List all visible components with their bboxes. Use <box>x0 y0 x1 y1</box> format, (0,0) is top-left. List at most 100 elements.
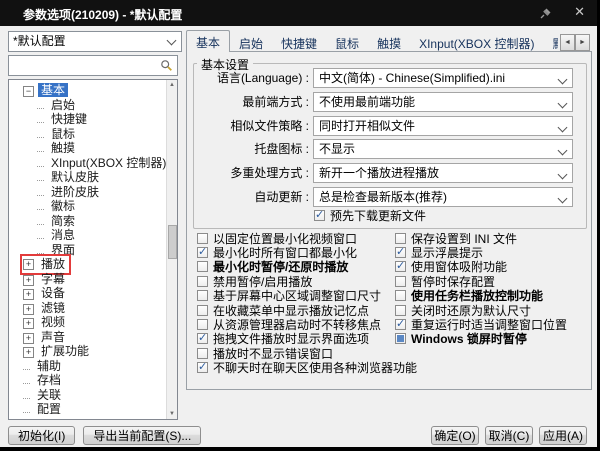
checkbox-unchecked[interactable] <box>395 290 406 302</box>
tree-item[interactable]: − 基本 <box>23 83 165 98</box>
tree-item-label: 扩展功能 <box>41 344 90 358</box>
scroll-down-icon[interactable]: ▼ <box>168 411 176 417</box>
tree-item[interactable]: 快捷键 <box>37 112 165 127</box>
tree-item[interactable]: + 声音 <box>23 330 165 345</box>
settings-tree: − 基本 启始 快捷键 鼠标 触摸 XInput(XBOX 控制器) 默认皮肤 进阶皮肤 徽标 简索… <box>8 79 178 420</box>
tree-item[interactable]: + 字幕 <box>23 272 165 287</box>
tab-item[interactable]: 启始 <box>230 31 272 52</box>
tree-item-label: 鼠标 <box>51 126 76 141</box>
dialog-button[interactable]: 确定(O) <box>431 426 479 445</box>
checkbox-unchecked[interactable] <box>197 232 208 244</box>
tree-item[interactable]: 辅助 <box>23 359 165 374</box>
tree-item-content: 徽标 <box>37 199 78 214</box>
tab-item[interactable]: 鼠标 <box>326 31 368 52</box>
tree-scrollbar[interactable]: ▲ ▼ <box>166 80 177 419</box>
tree-item[interactable]: 配置 <box>23 402 165 417</box>
tree-item-content: 辅助 <box>23 359 64 374</box>
tree-connector <box>37 136 44 138</box>
tree-rows: − 基本 启始 快捷键 鼠标 触摸 XInput(XBOX 控制器) 默认皮肤 进阶皮肤 徽标 简索… <box>9 83 166 417</box>
tree-item[interactable]: 关联 <box>23 388 165 403</box>
collapse-icon[interactable]: − <box>23 86 34 97</box>
scrollbar-thumb[interactable] <box>168 225 177 259</box>
tree-item-content: 界面 <box>37 243 78 258</box>
predownload-checkbox-slot: ✓ 预先下载更新文件 <box>314 208 427 223</box>
tree-item-label: 播放 <box>41 257 66 271</box>
tree-item[interactable]: 消息 <box>37 228 165 243</box>
tree-item[interactable]: + 扩展功能 <box>23 344 165 359</box>
scroll-up-icon[interactable]: ▲ <box>168 82 176 88</box>
close-icon[interactable]: ✕ <box>574 4 585 20</box>
checkbox-unchecked[interactable] <box>197 319 208 331</box>
checkbox-indeterminate[interactable] <box>395 333 406 345</box>
tab-item[interactable]: 默认皮肤 <box>543 31 558 52</box>
tab-item[interactable]: XInput(XBOX 控制器) <box>410 31 543 52</box>
combo-select[interactable]: 新开一个播放进程播放 <box>313 163 573 184</box>
tree-item[interactable]: 鼠标 <box>37 127 165 142</box>
sidebar-button[interactable]: 初始化(I) <box>8 426 76 445</box>
check-mark-icon: ✓ <box>198 246 208 259</box>
tree-item-content: + 设备 <box>23 286 68 301</box>
dialog-button[interactable]: 取消(C) <box>485 426 533 445</box>
tree-item[interactable]: 界面 <box>37 243 165 258</box>
expand-icon[interactable]: + <box>23 318 34 329</box>
sidebar-button[interactable]: 导出当前配置(S)... <box>83 426 202 445</box>
tree-item[interactable]: XInput(XBOX 控制器) <box>37 156 166 171</box>
checkbox-unchecked[interactable] <box>197 261 208 273</box>
tree-item[interactable]: 徽标 <box>37 199 165 214</box>
tree-item[interactable]: + 视频 <box>23 315 165 330</box>
checkbox-row[interactable]: ✓ 预先下载更新文件 <box>314 208 427 223</box>
checkbox-checked[interactable]: ✓ <box>395 260 406 273</box>
checkbox-unchecked[interactable] <box>197 275 208 287</box>
combo-select[interactable]: 同时打开相似文件 <box>313 115 573 136</box>
checkbox-unchecked[interactable] <box>395 275 406 287</box>
checkbox-checked[interactable]: ✓ <box>314 209 325 221</box>
checkbox-unchecked[interactable] <box>197 304 208 316</box>
tree-item[interactable]: + 设备 <box>23 286 165 301</box>
tree-item[interactable]: 触摸 <box>37 141 165 156</box>
tree-item[interactable]: 进阶皮肤 <box>37 185 165 200</box>
checkbox-unchecked[interactable] <box>197 347 208 359</box>
checkbox-checked[interactable]: ✓ <box>395 318 406 331</box>
search-input[interactable] <box>8 55 178 76</box>
tree-item[interactable]: + 播放 <box>19 254 165 275</box>
pin-icon[interactable] <box>539 6 553 20</box>
dialog-button[interactable]: 应用(A) <box>539 426 587 445</box>
checkbox-checked[interactable]: ✓ <box>197 361 208 374</box>
expand-icon[interactable]: + <box>23 332 34 344</box>
combo-select[interactable]: 不显示 <box>313 139 573 160</box>
combo-value: 中文(简体) - Chinese(Simplified).ini <box>319 71 506 85</box>
checkbox-row[interactable]: ✓ 不聊天时在聊天区使用各种浏览器功能 <box>197 361 417 375</box>
checkbox-unchecked[interactable] <box>395 232 406 244</box>
expand-icon[interactable]: + <box>23 289 34 300</box>
tab-item[interactable]: 触摸 <box>368 31 410 52</box>
chevron-down-icon <box>557 98 568 109</box>
tab-scroll-right-icon[interactable]: ► <box>575 34 590 51</box>
checkbox-unchecked[interactable] <box>395 304 406 316</box>
checkbox-row[interactable]: Windows 锁屏时暂停 <box>395 332 567 346</box>
titlebar: 参数选项(210209) - *默认配置 ✕ <box>0 0 597 26</box>
checkbox-unchecked[interactable] <box>197 290 208 302</box>
tab-item[interactable]: 快捷键 <box>272 31 326 52</box>
checkbox-checked[interactable]: ✓ <box>395 246 406 259</box>
profile-dropdown[interactable]: *默认配置 <box>8 31 182 52</box>
expand-icon[interactable]: + <box>23 347 34 358</box>
tree-item[interactable]: 默认皮肤 <box>37 170 165 185</box>
combo-select[interactable]: 总是检查最新版本(推荐) <box>313 187 573 207</box>
expand-icon[interactable]: + <box>23 258 34 270</box>
tree-item[interactable]: 存档 <box>23 373 165 388</box>
checkbox-checked[interactable]: ✓ <box>197 246 208 259</box>
tab-active[interactable]: 基本 <box>186 30 231 52</box>
tab-scroll-left-icon[interactable]: ◄ <box>560 34 575 51</box>
checkbox-label: 预先下载更新文件 <box>330 208 427 223</box>
expand-icon[interactable]: + <box>23 303 34 315</box>
tree-item-content: 默认皮肤 <box>37 170 102 185</box>
tree-item-content: + 声音 <box>23 330 68 345</box>
check-mark-icon: ✓ <box>396 260 406 273</box>
combo-select[interactable]: 不使用最前端功能 <box>313 91 573 112</box>
expand-icon[interactable]: + <box>23 274 34 286</box>
checkbox-checked[interactable]: ✓ <box>197 332 208 345</box>
combo-select[interactable]: 中文(简体) - Chinese(Simplified).ini <box>313 68 573 88</box>
tree-item[interactable]: + 滤镜 <box>23 301 165 316</box>
tree-item[interactable]: 简索 <box>37 214 165 229</box>
tree-item[interactable]: 启始 <box>37 98 165 113</box>
